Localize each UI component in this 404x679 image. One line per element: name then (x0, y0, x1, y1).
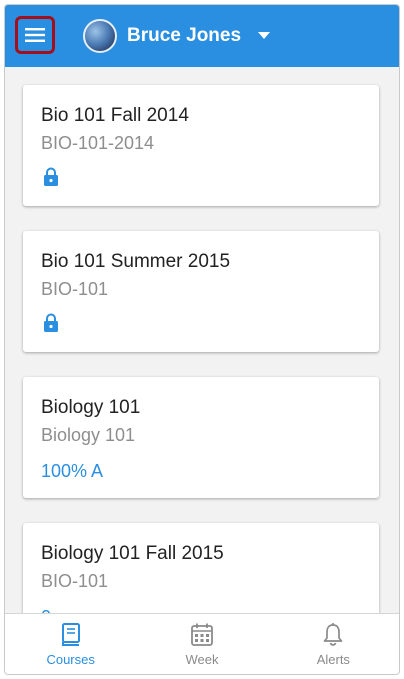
lock-icon (44, 313, 58, 332)
app-header: Bruce Jones (5, 5, 399, 67)
tab-alerts[interactable]: Alerts (268, 614, 399, 674)
chevron-down-icon[interactable] (258, 32, 270, 39)
course-card[interactable]: Biology 101 Biology 101 100% A (23, 377, 379, 498)
course-card[interactable]: Bio 101 Fall 2014 BIO-101-2014 (23, 85, 379, 206)
book-icon (61, 623, 80, 646)
course-code: BIO-101 (41, 279, 109, 299)
hamburger-menu-button[interactable] (15, 16, 55, 54)
user-name[interactable]: Bruce Jones (127, 24, 241, 48)
tab-label: Courses (46, 652, 95, 667)
tab-week[interactable]: Week (136, 614, 267, 674)
course-code: BIO-101 (41, 571, 109, 591)
lock-icon (44, 167, 58, 186)
tab-label: Week (185, 652, 219, 667)
course-card[interactable]: Bio 101 Summer 2015 BIO-101 (23, 231, 379, 352)
calendar-icon (191, 623, 213, 646)
course-grade: 100% A (41, 461, 104, 481)
course-code: BIO-101-2014 (41, 133, 155, 153)
course-title: Biology 101 (41, 397, 141, 418)
course-title: Biology 101 Fall 2015 (41, 543, 224, 564)
course-title: Bio 101 Summer 2015 (41, 251, 231, 272)
course-list[interactable]: Bio 101 Fall 2014 BIO-101-2014 Bio 101 S… (5, 67, 399, 615)
app-window: Bruce Jones Bio 101 Fall 2014 BIO-101-20… (4, 4, 400, 675)
hamburger-icon (25, 28, 45, 42)
tab-label: Alerts (316, 652, 350, 667)
bell-icon (323, 623, 343, 646)
course-title: Bio 101 Fall 2014 (41, 105, 189, 126)
avatar[interactable] (83, 19, 117, 53)
course-code: Biology 101 (41, 425, 136, 445)
tab-courses[interactable]: Courses (5, 614, 136, 674)
course-card[interactable]: Biology 101 Fall 2015 BIO-101 0 (23, 523, 379, 615)
bottom-navigation: Courses Week Alerts (5, 613, 399, 674)
